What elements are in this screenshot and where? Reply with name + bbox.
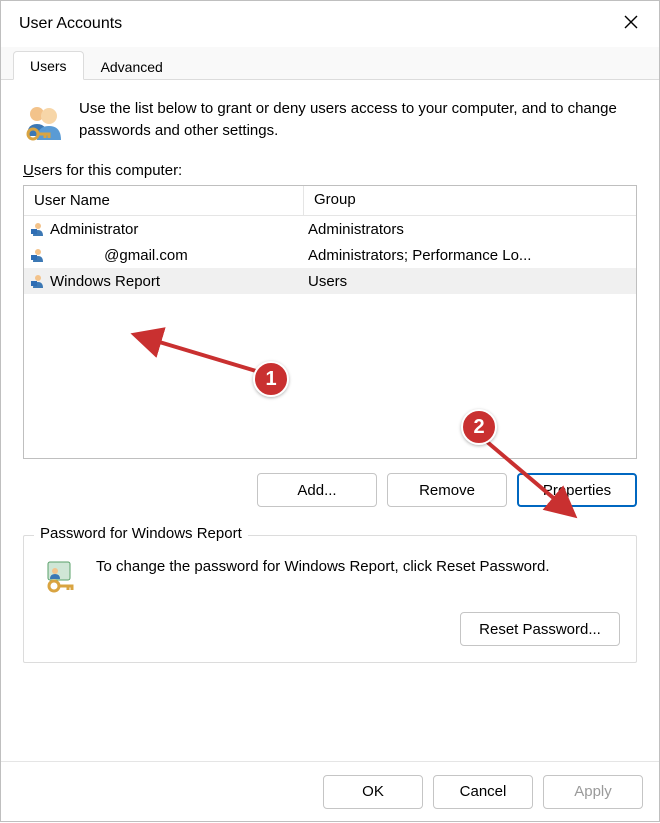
- annotation-arrows: [1, 1, 660, 823]
- user-accounts-window: User Accounts Users Advanced: [0, 0, 660, 822]
